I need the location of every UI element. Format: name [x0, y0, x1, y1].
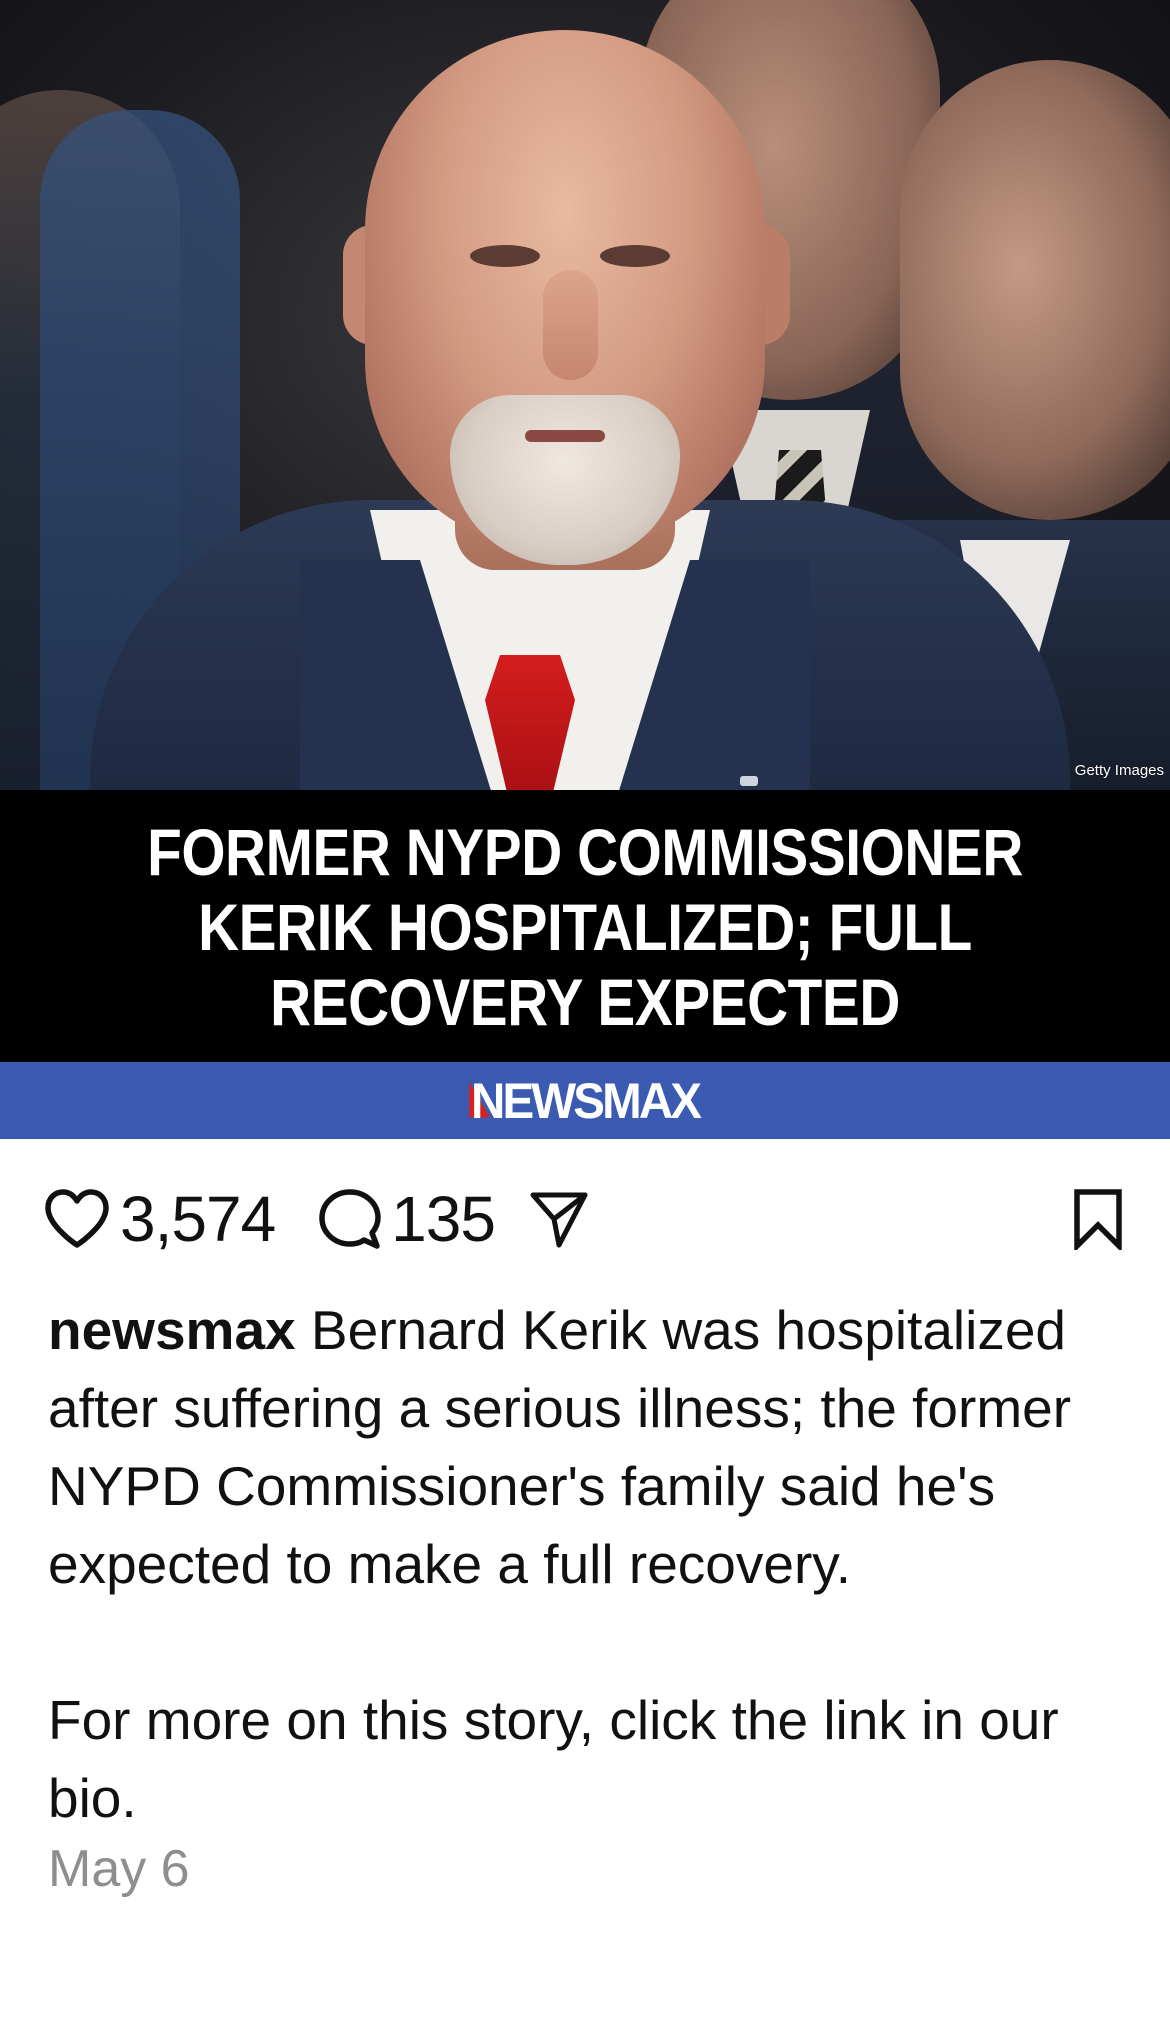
lapel-pin	[740, 776, 758, 786]
username-link[interactable]: newsmax	[48, 1299, 296, 1361]
like-count[interactable]: 3,574	[120, 1182, 276, 1256]
headline-line: FORMER NYPD COMMISSIONER	[147, 814, 1023, 889]
background-person-right-head	[900, 60, 1170, 520]
comment-button[interactable]: 135	[319, 1182, 496, 1256]
like-button[interactable]: 3,574	[44, 1182, 276, 1256]
headline: FORMER NYPD COMMISSIONER KERIK HOSPITALI…	[134, 815, 1037, 1040]
subject-nose	[543, 270, 598, 380]
headline-band: FORMER NYPD COMMISSIONER KERIK HOSPITALI…	[0, 790, 1170, 1062]
caption-body: newsmax Bernard Kerik was hospitalized a…	[48, 1291, 1122, 1603]
brand-band: NEWSMAX	[0, 1062, 1170, 1139]
headline-line: RECOVERY EXPECTED	[270, 964, 900, 1039]
logo-text: NEWSMAX	[470, 1072, 702, 1129]
photo-credit: Getty Images	[1074, 762, 1164, 779]
heart-outline-icon	[45, 1189, 109, 1248]
paper-plane-icon	[530, 1192, 588, 1248]
save-button[interactable]	[1072, 1188, 1124, 1250]
caption: newsmax Bernard Kerik was hospitalized a…	[0, 1291, 1170, 1837]
post: Getty Images FORMER NYPD COMMISSIONER KE…	[0, 0, 1170, 1899]
share-button[interactable]	[529, 1189, 589, 1249]
action-bar: 3,574 135	[0, 1139, 1170, 1299]
newsmax-logo: NEWSMAX	[469, 1072, 702, 1130]
post-date: May 6	[48, 1840, 190, 1898]
subject-eye-left	[470, 245, 540, 267]
post-image[interactable]: Getty Images	[0, 0, 1170, 790]
comment-count[interactable]: 135	[391, 1182, 496, 1256]
subject-mouth	[525, 430, 605, 442]
subject-eye-right	[600, 245, 670, 267]
comment-bubble-icon	[319, 1189, 381, 1249]
caption-text-2: For more on this story, click the link i…	[48, 1689, 1059, 1829]
headline-line: KERIK HOSPITALIZED; FULL	[198, 889, 972, 964]
bookmark-outline-icon	[1074, 1189, 1122, 1250]
